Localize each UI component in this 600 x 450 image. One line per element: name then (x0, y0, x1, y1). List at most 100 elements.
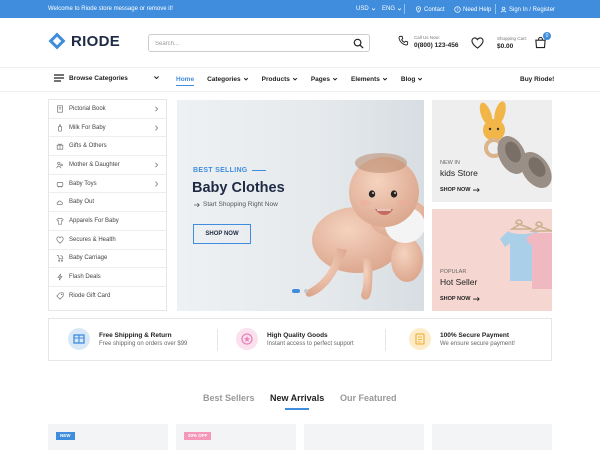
help-circle-icon: ? (454, 6, 461, 13)
nav-item-products[interactable]: Products (262, 68, 298, 92)
hero-title: Baby Clothes (192, 180, 285, 196)
arrow-right-icon (473, 187, 481, 193)
search-input[interactable] (155, 38, 335, 49)
help-link[interactable]: ? Need Help (454, 6, 491, 13)
new-badge: NEW (56, 432, 75, 440)
nav-item-blog[interactable]: Blog (401, 68, 423, 92)
slider-dot-active[interactable] (292, 289, 300, 293)
sidebar-item-baby-toys[interactable]: Baby Toys (49, 175, 166, 194)
sidebar-item-flash-deals[interactable]: Flash Deals (49, 268, 166, 287)
feature-free-shipping: Free Shipping & Return Free shipping on … (68, 328, 187, 350)
shirt-icon (56, 217, 64, 225)
logo-text: RIODE (71, 32, 121, 50)
nav-item-home[interactable]: Home (176, 68, 195, 92)
product-card[interactable]: 20% OFF (176, 424, 296, 450)
promo-kicker: NEW IN (440, 160, 460, 166)
product-card[interactable]: NEW (48, 424, 168, 450)
slider-dots (292, 289, 308, 293)
tag-icon (56, 292, 64, 300)
promo-title: kids Store (440, 168, 478, 178)
stroller-icon (56, 255, 64, 263)
chevron-down-icon (292, 77, 297, 81)
gift-icon (56, 143, 64, 150)
cart-count-badge: 0 (543, 32, 551, 40)
active-tab-underline (285, 408, 309, 410)
browse-categories-toggle[interactable]: Browse Categories (54, 74, 160, 82)
contact-link[interactable]: Contact (415, 6, 445, 13)
buy-riode-link[interactable]: Buy Riode! (520, 76, 554, 83)
chevron-down-icon (243, 77, 248, 81)
nav-item-pages[interactable]: Pages (311, 68, 338, 92)
cloud-icon (56, 200, 63, 206)
chevron-right-icon (155, 125, 159, 131)
product-card[interactable] (304, 424, 424, 450)
svg-text:?: ? (456, 7, 458, 12)
feature-title: 100% Secure Payment (440, 331, 510, 339)
feature-bar: Free Shipping & Return Free shipping on … (48, 318, 552, 361)
shipping-icon (68, 328, 90, 350)
chevron-down-icon (332, 77, 338, 81)
slider-dot[interactable] (304, 289, 308, 293)
hero-tag: BEST SELLING (193, 167, 266, 174)
welcome-message: Welcome to Riode store message or remove… (48, 6, 173, 12)
tab-new-arrivals[interactable]: New Arrivals (270, 393, 324, 410)
feature-subtitle: Free shipping on orders over $99 (99, 340, 188, 347)
call-number: 0(800) 123-456 (414, 42, 459, 49)
sidebar-item-mother-daughter[interactable]: Mother & Daughter (49, 156, 166, 175)
divider (495, 4, 496, 14)
feature-title: Free Shipping & Return (99, 331, 172, 339)
sidebar-item-baby-out[interactable]: Baby Out (49, 193, 166, 213)
cart-summary[interactable]: Shopping Cart: $0.00 (497, 36, 527, 50)
flash-icon (57, 273, 63, 281)
currency-selector[interactable]: USD (356, 6, 376, 12)
hero-shop-now-button[interactable]: SHOP NOW (193, 224, 251, 244)
call-us[interactable]: Call Us Now: 0(800) 123-456 (398, 35, 458, 49)
feature-subtitle: We ensure secure payment! (440, 340, 515, 347)
logo[interactable]: RIODE (48, 32, 120, 50)
arrow-right-icon (473, 296, 481, 302)
promo-shop-now-link[interactable]: SHOP NOW (440, 296, 481, 302)
sidebar-item-gift-card[interactable]: Riode Gift Card (49, 287, 166, 306)
sidebar-item-secures-health[interactable]: Secures & Health (49, 231, 166, 250)
feature-title: High Quality Goods (267, 331, 328, 339)
language-selector[interactable]: ENG (382, 6, 402, 12)
cart-label: Shopping Cart: (497, 36, 528, 41)
top-bar: Welcome to Riode store message or remove… (0, 0, 600, 18)
feature-subtitle: Instant access to perfect support (267, 340, 354, 347)
menu: Home Categories Products Pages Elements … (176, 68, 436, 92)
chevron-down-icon (382, 77, 388, 81)
category-sidebar: Pictorial Book Milk For Baby Gifts & Oth… (48, 99, 167, 311)
nav-item-elements[interactable]: Elements (351, 68, 388, 92)
user-icon (500, 6, 507, 13)
sidebar-item-milk-for-baby[interactable]: Milk For Baby (49, 119, 166, 138)
divider (217, 329, 218, 351)
phone-icon (398, 35, 409, 46)
chevron-down-icon (397, 7, 402, 11)
menu-icon (54, 74, 64, 82)
main-nav: Browse Categories Home Categories Produc… (0, 68, 600, 92)
tab-best-sellers[interactable]: Best Sellers (203, 393, 255, 403)
browse-label: Browse Categories (69, 74, 128, 82)
sidebar-item-pictorial-book[interactable]: Pictorial Book (49, 100, 166, 119)
sidebar-item-apparels-for-baby[interactable]: Apparels For Baby (49, 212, 166, 231)
search-icon[interactable] (353, 38, 364, 49)
product-card[interactable] (432, 424, 552, 450)
nav-item-categories[interactable]: Categories (207, 68, 249, 92)
logo-mark-icon (48, 32, 66, 50)
chevron-down-icon (418, 77, 423, 81)
sidebar-item-gifts-others[interactable]: Gifts & Others (49, 137, 166, 157)
book-icon (57, 105, 63, 113)
divider (385, 329, 386, 351)
tab-our-featured[interactable]: Our Featured (340, 393, 397, 403)
promo-hot-seller[interactable]: POPULAR Hot Seller SHOP NOW (432, 209, 552, 311)
promo-title: Hot Seller (440, 277, 478, 287)
heart-pulse-icon (56, 236, 64, 244)
family-icon (56, 161, 63, 169)
promo-shop-now-link[interactable]: SHOP NOW (440, 187, 481, 193)
chevron-down-icon (154, 76, 159, 80)
wishlist-heart-icon[interactable] (471, 37, 484, 49)
cart-total: $0.00 (497, 43, 514, 50)
sidebar-item-baby-carriage[interactable]: Baby Carriage (49, 250, 166, 269)
promo-kids-store[interactable]: NEW IN kids Store SHOP NOW (432, 100, 552, 202)
sign-in-link[interactable]: Sign In / Register (500, 6, 555, 13)
